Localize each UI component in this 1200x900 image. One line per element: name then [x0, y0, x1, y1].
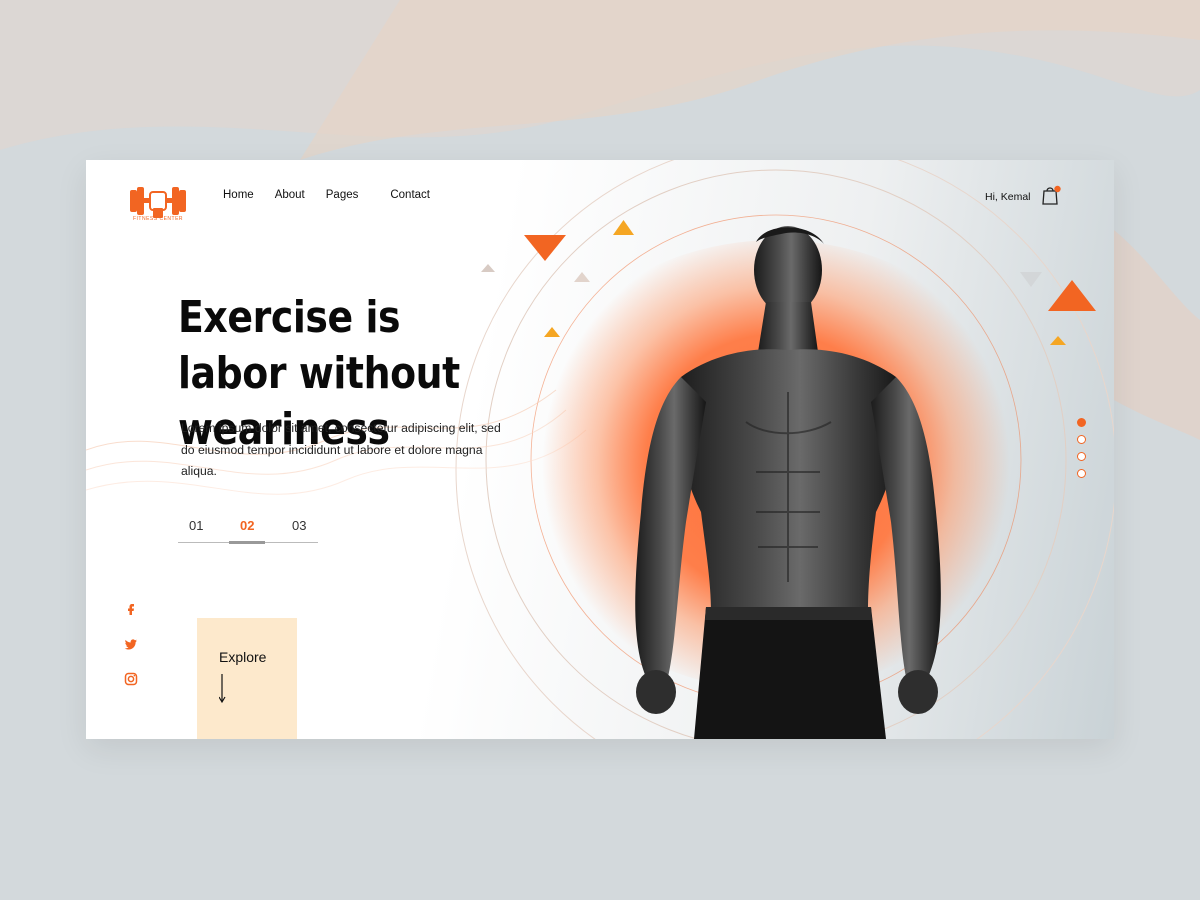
- nav-contact[interactable]: Contact: [390, 189, 430, 201]
- hero-description: Lorem ipsum dolor sit amet, consectetur …: [181, 421, 501, 478]
- main-nav: Home About Pages Contact: [223, 189, 430, 201]
- logo-text: FITNESS CENTER: [132, 216, 184, 222]
- explore-label: Explore: [219, 649, 267, 665]
- athlete-photo: [635, 226, 941, 739]
- slide-01[interactable]: 01: [189, 518, 203, 533]
- arrow-down-icon: [219, 674, 226, 704]
- pagination-dot-4[interactable]: [1077, 469, 1086, 478]
- pagination-dot-1[interactable]: [1077, 418, 1086, 427]
- twitter-icon[interactable]: [122, 635, 140, 653]
- nav-pages[interactable]: Pages: [326, 189, 359, 201]
- social-links: [122, 600, 140, 705]
- nav-about[interactable]: About: [275, 189, 305, 201]
- explore-button[interactable]: Explore: [197, 618, 297, 739]
- shopping-bag-icon[interactable]: [1040, 184, 1062, 206]
- slide-selector: 01 02 03: [178, 514, 318, 546]
- instagram-icon[interactable]: [122, 670, 140, 688]
- slide-pagination: [1077, 418, 1089, 486]
- pagination-dot-3[interactable]: [1077, 452, 1086, 461]
- slide-02[interactable]: 02: [240, 518, 254, 533]
- user-greeting[interactable]: Hi, Kemal: [985, 191, 1031, 203]
- triangle-shape: [524, 235, 566, 261]
- slide-indicator: [229, 541, 265, 544]
- pagination-dot-2[interactable]: [1077, 435, 1086, 444]
- nav-home[interactable]: Home: [223, 189, 254, 201]
- facebook-icon[interactable]: [122, 600, 140, 618]
- hero-card: FITNESS CENTER Home About Pages Contact …: [86, 160, 1114, 739]
- slide-03[interactable]: 03: [292, 518, 306, 533]
